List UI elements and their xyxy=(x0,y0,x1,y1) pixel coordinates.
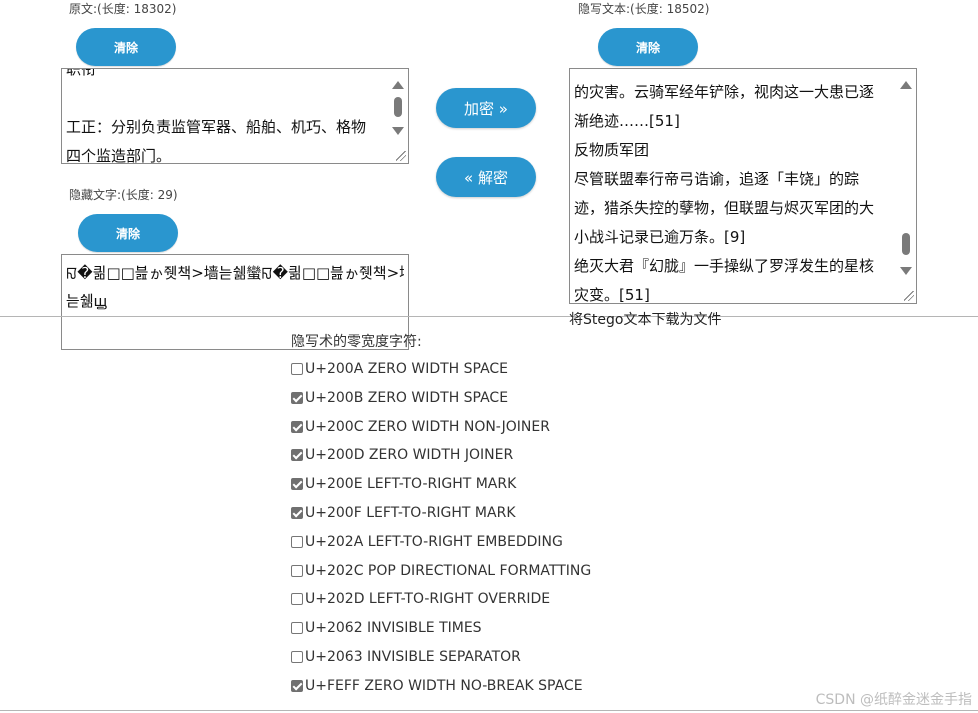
checkbox[interactable] xyxy=(291,535,303,548)
checkbox[interactable] xyxy=(291,449,303,462)
checkbox[interactable] xyxy=(291,593,303,606)
stego-scrollbar[interactable] xyxy=(896,69,916,303)
stego-line: 迹，猎杀失控的孽物，但联盟与烬灭军团的大 xyxy=(574,199,875,217)
stego-line: 小战斗记录已逾万条。[9] xyxy=(574,228,746,246)
scroll-up-icon[interactable] xyxy=(900,81,912,89)
checkbox[interactable] xyxy=(291,507,303,519)
scroll-down-icon[interactable] xyxy=(392,127,404,135)
checkbox[interactable] xyxy=(291,564,303,577)
stego-line: 渐绝迹……[51] xyxy=(574,112,680,130)
zero-width-option-label: U+2062 INVISIBLE TIMES xyxy=(305,620,482,637)
zero-width-option[interactable]: U+200D ZERO WIDTH JOINER xyxy=(291,444,513,466)
zero-width-option-label: U+202D LEFT-TO-RIGHT OVERRIDE xyxy=(305,591,551,608)
original-text-label: 原文:(长度: 18302) xyxy=(69,2,177,16)
zero-width-heading: 隐写术的零宽度字符: xyxy=(291,334,422,350)
resize-grip-icon[interactable] xyxy=(396,151,406,161)
checkbox[interactable] xyxy=(291,363,303,375)
zero-width-option-label: U+2063 INVISIBLE SEPARATOR xyxy=(305,649,521,665)
original-line: 职衔 xyxy=(66,68,97,78)
zero-width-option[interactable]: U+200B ZERO WIDTH SPACE xyxy=(291,387,508,409)
stego-line: 灾变。[51] xyxy=(574,286,650,304)
checkbox[interactable] xyxy=(291,679,303,692)
checkbox[interactable] xyxy=(291,420,303,433)
scroll-thumb[interactable] xyxy=(394,97,402,117)
zero-width-option-label: U+202A LEFT-TO-RIGHT EMBEDDING xyxy=(305,533,563,550)
clear-hidden-button[interactable]: 清除 xyxy=(78,214,178,252)
zero-width-option[interactable]: U+200C ZERO WIDTH NON-JOINER xyxy=(291,416,550,438)
checkbox[interactable] xyxy=(291,391,303,404)
zero-width-option-label: U+202C POP DIRECTIONAL FORMATTING xyxy=(305,562,592,579)
scroll-up-icon[interactable] xyxy=(392,81,404,89)
download-stego-link[interactable]: 将Stego文本下载为文件 xyxy=(569,309,721,329)
resize-grip-icon[interactable] xyxy=(904,291,914,301)
zero-width-option-label: U+200E LEFT-TO-RIGHT MARK xyxy=(305,476,517,493)
hidden-text-label: 隐藏文字:(长度: 29) xyxy=(69,188,178,202)
hidden-line: ꡍ�킒□□븚ゕ쥇책>墙늗쉚蠻ꡍ�킒□□븚ゕ쥇책>墙 xyxy=(66,264,404,282)
watermark: CSDN @纸醉金迷金手指 xyxy=(815,692,972,708)
original-line: 工正：分别负责监管军器、船舶、机巧、格物 xyxy=(66,118,367,136)
original-textarea[interactable]: 职衔 工正：分别负责监管军器、船舶、机巧、格物 四个监造部门。 xyxy=(61,68,409,164)
zero-width-option[interactable]: U+202D LEFT-TO-RIGHT OVERRIDE xyxy=(291,588,550,610)
zero-width-option-label: U+200B ZERO WIDTH SPACE xyxy=(305,389,509,406)
zero-width-option[interactable]: U+200A ZERO WIDTH SPACE xyxy=(291,358,508,380)
zero-width-option-label: U+200F LEFT-TO-RIGHT MARK xyxy=(305,505,516,521)
stego-line: 反物质军团 xyxy=(574,141,650,159)
zero-width-option[interactable]: U+200F LEFT-TO-RIGHT MARK xyxy=(291,502,516,524)
zero-width-option-label: U+200C ZERO WIDTH NON-JOINER xyxy=(305,418,550,435)
section-divider xyxy=(0,316,978,317)
stego-text-label: 隐写文本:(长度: 18502) xyxy=(578,2,710,16)
zero-width-option[interactable]: U+202C POP DIRECTIONAL FORMATTING xyxy=(291,560,591,582)
clear-stego-button[interactable]: 清除 xyxy=(598,28,698,66)
encrypt-button[interactable]: 加密 » xyxy=(436,88,536,128)
decrypt-button[interactable]: « 解密 xyxy=(436,157,536,197)
zero-width-option-label: U+200D ZERO WIDTH JOINER xyxy=(305,447,514,464)
clear-original-button[interactable]: 清除 xyxy=(76,28,176,66)
stego-line: 尽管联盟奉行帝弓诰谕，追逐「丰饶」的踪 xyxy=(574,170,860,188)
zero-width-option[interactable]: U+200E LEFT-TO-RIGHT MARK xyxy=(291,473,516,495)
zero-width-option[interactable]: U+FEFF ZERO WIDTH NO-BREAK SPACE xyxy=(291,675,583,697)
zero-width-option[interactable]: U+2063 INVISIBLE SEPARATOR xyxy=(291,646,521,668)
scroll-down-icon[interactable] xyxy=(900,267,912,275)
original-line xyxy=(66,84,384,113)
checkbox[interactable] xyxy=(291,651,303,663)
zero-width-option[interactable]: U+2062 INVISIBLE TIMES xyxy=(291,617,482,639)
zero-width-option-label: U+FEFF ZERO WIDTH NO-BREAK SPACE xyxy=(305,677,583,694)
original-line: 四个监造部门。 xyxy=(66,147,172,164)
scroll-thumb[interactable] xyxy=(902,233,910,255)
hidden-line: 늗쉚ꚗ xyxy=(66,292,108,310)
stego-textarea[interactable]: 的灾害。云骑军经年铲除，视肉这一大患已逐 渐绝迹……[51] 反物质军团 尽管联… xyxy=(569,68,917,304)
zero-width-option[interactable]: U+202A LEFT-TO-RIGHT EMBEDDING xyxy=(291,531,563,553)
original-scrollbar[interactable] xyxy=(388,69,408,163)
checkbox[interactable] xyxy=(291,622,303,635)
zero-width-option-label: U+200A ZERO WIDTH SPACE xyxy=(305,361,509,377)
stego-line: 的灾害。云骑军经年铲除，视肉这一大患已逐 xyxy=(574,83,875,101)
bottom-divider xyxy=(0,710,978,711)
stego-line: 绝灭大君『幻胧』一手操纵了罗浮发生的星核 xyxy=(574,257,875,275)
checkbox[interactable] xyxy=(291,478,303,491)
